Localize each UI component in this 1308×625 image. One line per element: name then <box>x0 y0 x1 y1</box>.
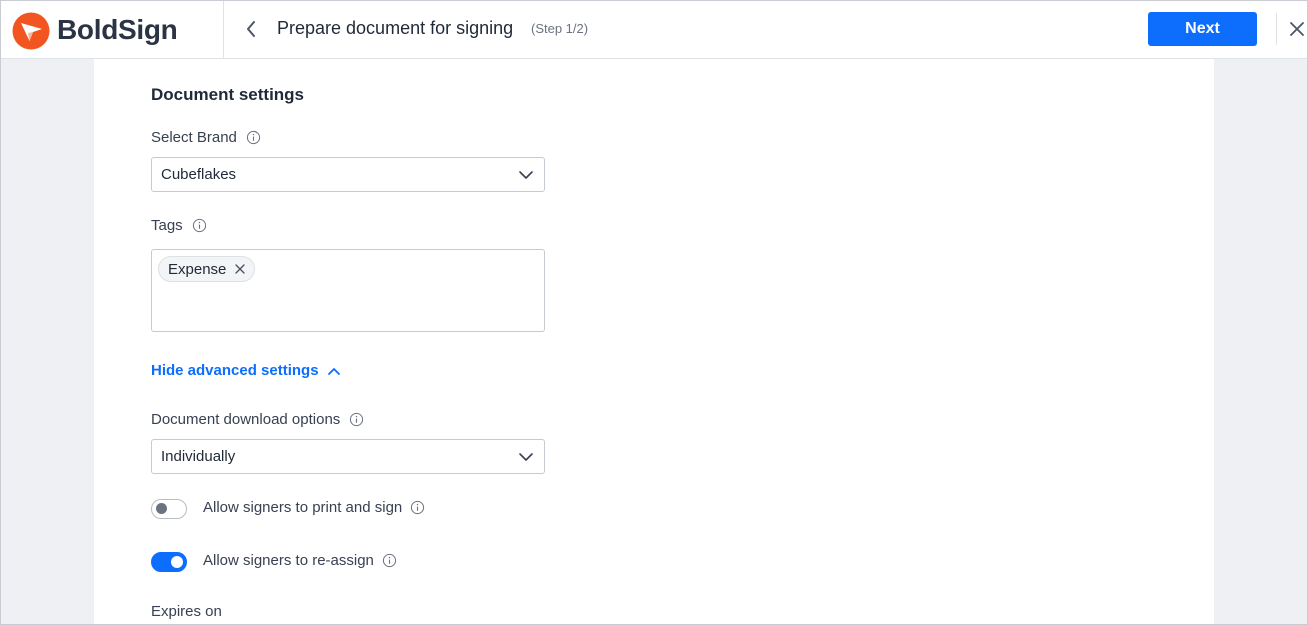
reassign-toggle[interactable] <box>151 552 187 572</box>
chevron-up-icon <box>327 367 340 375</box>
info-icon[interactable] <box>246 130 261 145</box>
brand-select[interactable]: Cubeflakes <box>151 157 545 192</box>
advanced-link-text: Hide advanced settings <box>151 362 319 379</box>
toggle-knob <box>156 503 167 514</box>
brand-name: BoldSign <box>57 14 178 45</box>
download-label-text: Document download options <box>151 411 341 428</box>
brand-area: BoldSign <box>1 1 224 58</box>
expires-field-label: Expires on <box>151 603 222 620</box>
expires-label-text: Expires on <box>151 603 222 620</box>
remove-tag-icon[interactable] <box>234 263 246 275</box>
chevron-down-icon <box>519 453 533 461</box>
print-sign-label-text: Allow signers to print and sign <box>203 499 403 516</box>
top-header: BoldSign Prepare document for signing (S… <box>1 1 1307 59</box>
next-button[interactable]: Next <box>1148 12 1257 46</box>
reassign-label: Allow signers to re-assign <box>203 552 397 569</box>
toggle-knob <box>171 555 183 568</box>
info-icon[interactable] <box>192 218 207 233</box>
tag-chip: Expense <box>158 256 256 282</box>
info-icon[interactable] <box>410 500 425 515</box>
print-sign-toggle[interactable] <box>151 499 187 519</box>
tags-field-label: Tags <box>151 217 207 234</box>
settings-panel: Document settings Select Brand Cubeflake… <box>94 59 1214 624</box>
back-button[interactable] <box>239 16 263 42</box>
boldsign-logo-icon <box>12 12 50 50</box>
close-icon <box>1290 22 1304 36</box>
chevron-left-icon <box>247 21 255 37</box>
info-icon[interactable] <box>382 553 397 568</box>
info-icon[interactable] <box>349 412 364 427</box>
chevron-down-icon <box>519 171 533 179</box>
step-indicator: (Step 1/2) <box>531 21 589 36</box>
reassign-label-text: Allow signers to re-assign <box>203 552 374 569</box>
print-sign-label: Allow signers to print and sign <box>203 499 425 516</box>
page-title: Prepare document for signing <box>277 18 514 38</box>
section-title: Document settings <box>151 85 305 104</box>
header-divider <box>1276 13 1277 45</box>
tags-input[interactable]: Expense <box>151 249 545 332</box>
brand-field-label: Select Brand <box>151 129 261 146</box>
brand-label-text: Select Brand <box>151 129 237 146</box>
app-window: BoldSign Prepare document for signing (S… <box>0 0 1308 625</box>
tags-label-text: Tags <box>151 217 183 234</box>
download-options-select[interactable]: Individually <box>151 439 545 474</box>
download-select-value: Individually <box>161 448 236 465</box>
close-button[interactable] <box>1285 15 1307 43</box>
hide-advanced-settings-link[interactable]: Hide advanced settings <box>151 362 341 379</box>
download-field-label: Document download options <box>151 411 364 428</box>
tag-chip-label: Expense <box>168 260 227 278</box>
brand-select-value: Cubeflakes <box>161 166 237 183</box>
